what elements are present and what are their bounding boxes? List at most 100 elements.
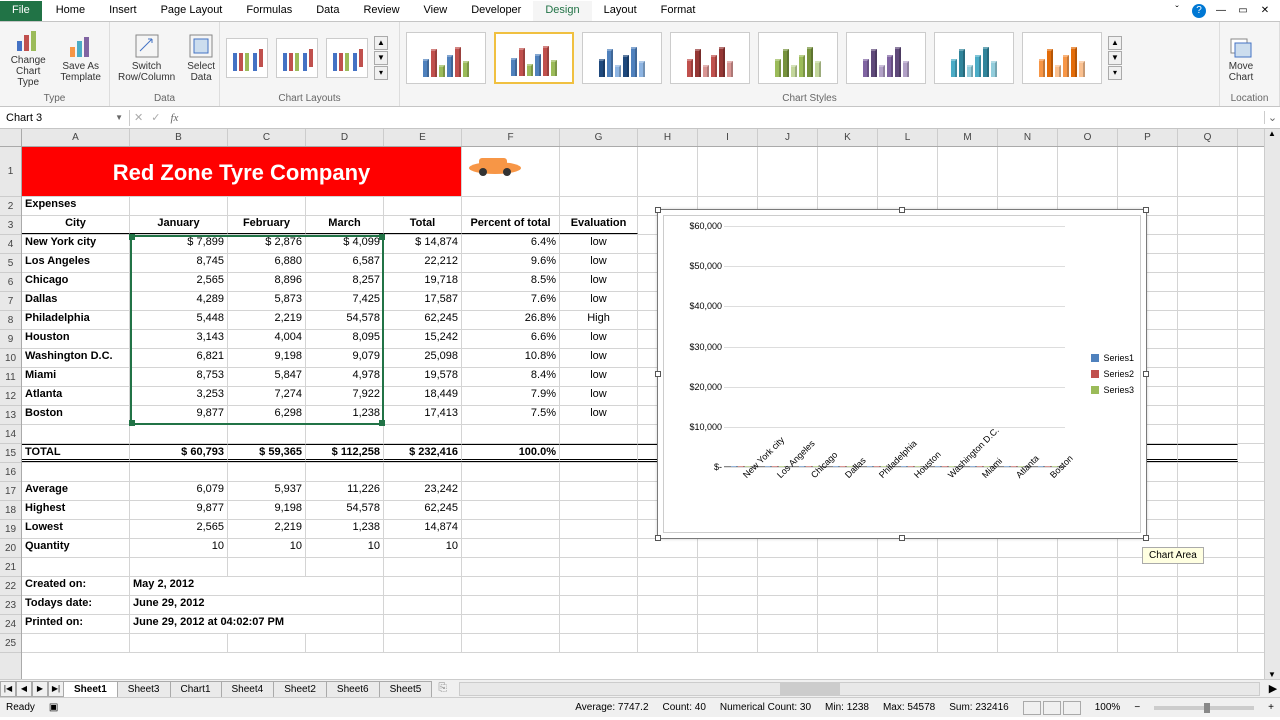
cell[interactable] [560, 634, 638, 652]
cell[interactable]: 5,448 [130, 311, 228, 329]
cell[interactable] [758, 615, 818, 633]
cell[interactable] [1178, 254, 1238, 272]
ribbon-tab-home[interactable]: Home [44, 1, 97, 21]
cell[interactable]: 6.4% [462, 235, 560, 253]
col-header-I[interactable]: I [698, 129, 758, 146]
cell[interactable] [462, 425, 560, 443]
chart-style-4[interactable] [670, 32, 750, 84]
chart-style-6[interactable] [846, 32, 926, 84]
cell[interactable]: 6.6% [462, 330, 560, 348]
ribbon-tab-data[interactable]: Data [304, 1, 351, 21]
col-header-C[interactable]: C [228, 129, 306, 146]
cell[interactable] [878, 147, 938, 196]
vertical-scrollbar[interactable] [1264, 129, 1280, 679]
switch-row-column-button[interactable]: Switch Row/Column [114, 31, 179, 85]
cell[interactable]: 2,219 [228, 311, 306, 329]
formula-expand-icon[interactable]: ⌄ [1264, 111, 1280, 124]
sheet-tab-chart1[interactable]: Chart1 [170, 681, 222, 697]
row-header-24[interactable]: 24 [0, 615, 21, 634]
cell[interactable] [560, 463, 638, 481]
cell[interactable]: City [22, 216, 130, 234]
cell[interactable] [560, 482, 638, 500]
cell[interactable]: 6,821 [130, 349, 228, 367]
cell[interactable] [228, 463, 306, 481]
cell[interactable]: June 29, 2012 at 04:02:07 PM [130, 615, 384, 633]
col-header-N[interactable]: N [998, 129, 1058, 146]
cell[interactable]: $ 14,874 [384, 235, 462, 253]
cell[interactable] [878, 596, 938, 614]
chart-resize-handle[interactable] [655, 207, 661, 213]
cell[interactable]: 3,143 [130, 330, 228, 348]
cell[interactable]: Todays date: [22, 596, 130, 614]
cells-grid[interactable]: Red Zone Tyre CompanyExpensesCityJanuary… [22, 147, 1280, 679]
cell[interactable]: low [560, 349, 638, 367]
cell[interactable]: Washington D.C. [22, 349, 130, 367]
row-header-12[interactable]: 12 [0, 387, 21, 406]
cell[interactable] [1178, 197, 1238, 215]
cell[interactable] [1178, 634, 1238, 652]
fx-icon[interactable]: fx [164, 112, 184, 124]
cell[interactable]: Highest [22, 501, 130, 519]
chart-resize-handle[interactable] [1143, 207, 1149, 213]
chart-style-5[interactable] [758, 32, 838, 84]
cell[interactable]: 8,095 [306, 330, 384, 348]
cell[interactable] [818, 558, 878, 576]
cell[interactable]: Chicago [22, 273, 130, 291]
cell[interactable]: 8,257 [306, 273, 384, 291]
col-header-F[interactable]: F [462, 129, 560, 146]
cell[interactable] [1178, 349, 1238, 367]
cell[interactable]: 7.9% [462, 387, 560, 405]
cell[interactable]: low [560, 292, 638, 310]
cell[interactable] [228, 634, 306, 652]
cell[interactable]: 7,922 [306, 387, 384, 405]
minimize-icon[interactable]: — [1214, 4, 1228, 18]
cell[interactable] [818, 539, 878, 557]
cell[interactable]: 9,877 [130, 501, 228, 519]
chart-resize-handle[interactable] [1143, 535, 1149, 541]
cell[interactable] [638, 615, 698, 633]
cell[interactable] [938, 615, 998, 633]
cell[interactable]: 4,978 [306, 368, 384, 386]
chart-layout-1[interactable] [226, 38, 268, 78]
col-header-G[interactable]: G [560, 129, 638, 146]
new-sheet-icon[interactable]: ⎘ [432, 682, 453, 695]
cell[interactable]: $ 60,793 [130, 444, 228, 462]
col-header-B[interactable]: B [130, 129, 228, 146]
cell[interactable]: New York city [22, 235, 130, 253]
row-header-3[interactable]: 3 [0, 216, 21, 235]
row-header-11[interactable]: 11 [0, 368, 21, 387]
row-header-21[interactable]: 21 [0, 558, 21, 577]
cell[interactable] [1178, 273, 1238, 291]
cell[interactable] [638, 577, 698, 595]
cell[interactable]: May 2, 2012 [130, 577, 384, 595]
cell[interactable] [998, 615, 1058, 633]
col-header-L[interactable]: L [878, 129, 938, 146]
cell[interactable] [1178, 147, 1238, 196]
chart-layout-3[interactable] [326, 38, 368, 78]
embedded-chart[interactable]: $-$10,000$20,000$30,000$40,000$50,000$60… [657, 209, 1147, 539]
row-header-10[interactable]: 10 [0, 349, 21, 368]
ribbon-tab-insert[interactable]: Insert [97, 1, 149, 21]
cell[interactable]: 62,245 [384, 311, 462, 329]
cell[interactable] [938, 596, 998, 614]
cell[interactable] [228, 558, 306, 576]
cell[interactable]: Evaluation [560, 216, 638, 234]
cell[interactable]: 18,449 [384, 387, 462, 405]
cell[interactable] [698, 634, 758, 652]
cell[interactable]: $ 7,899 [130, 235, 228, 253]
cell[interactable] [638, 539, 698, 557]
cell[interactable] [938, 634, 998, 652]
cell[interactable] [130, 634, 228, 652]
cell[interactable] [462, 197, 560, 215]
col-header-O[interactable]: O [1058, 129, 1118, 146]
tab-nav-first-icon[interactable]: |◀ [0, 681, 16, 697]
cell[interactable] [1178, 387, 1238, 405]
chart-style-8[interactable] [1022, 32, 1102, 84]
chart-resize-handle[interactable] [899, 535, 905, 541]
sheet-tab-sheet4[interactable]: Sheet4 [221, 681, 275, 697]
cell[interactable]: $ 112,258 [306, 444, 384, 462]
cell[interactable] [560, 147, 638, 196]
cell[interactable]: 8.4% [462, 368, 560, 386]
cell[interactable] [1118, 596, 1178, 614]
col-header-J[interactable]: J [758, 129, 818, 146]
